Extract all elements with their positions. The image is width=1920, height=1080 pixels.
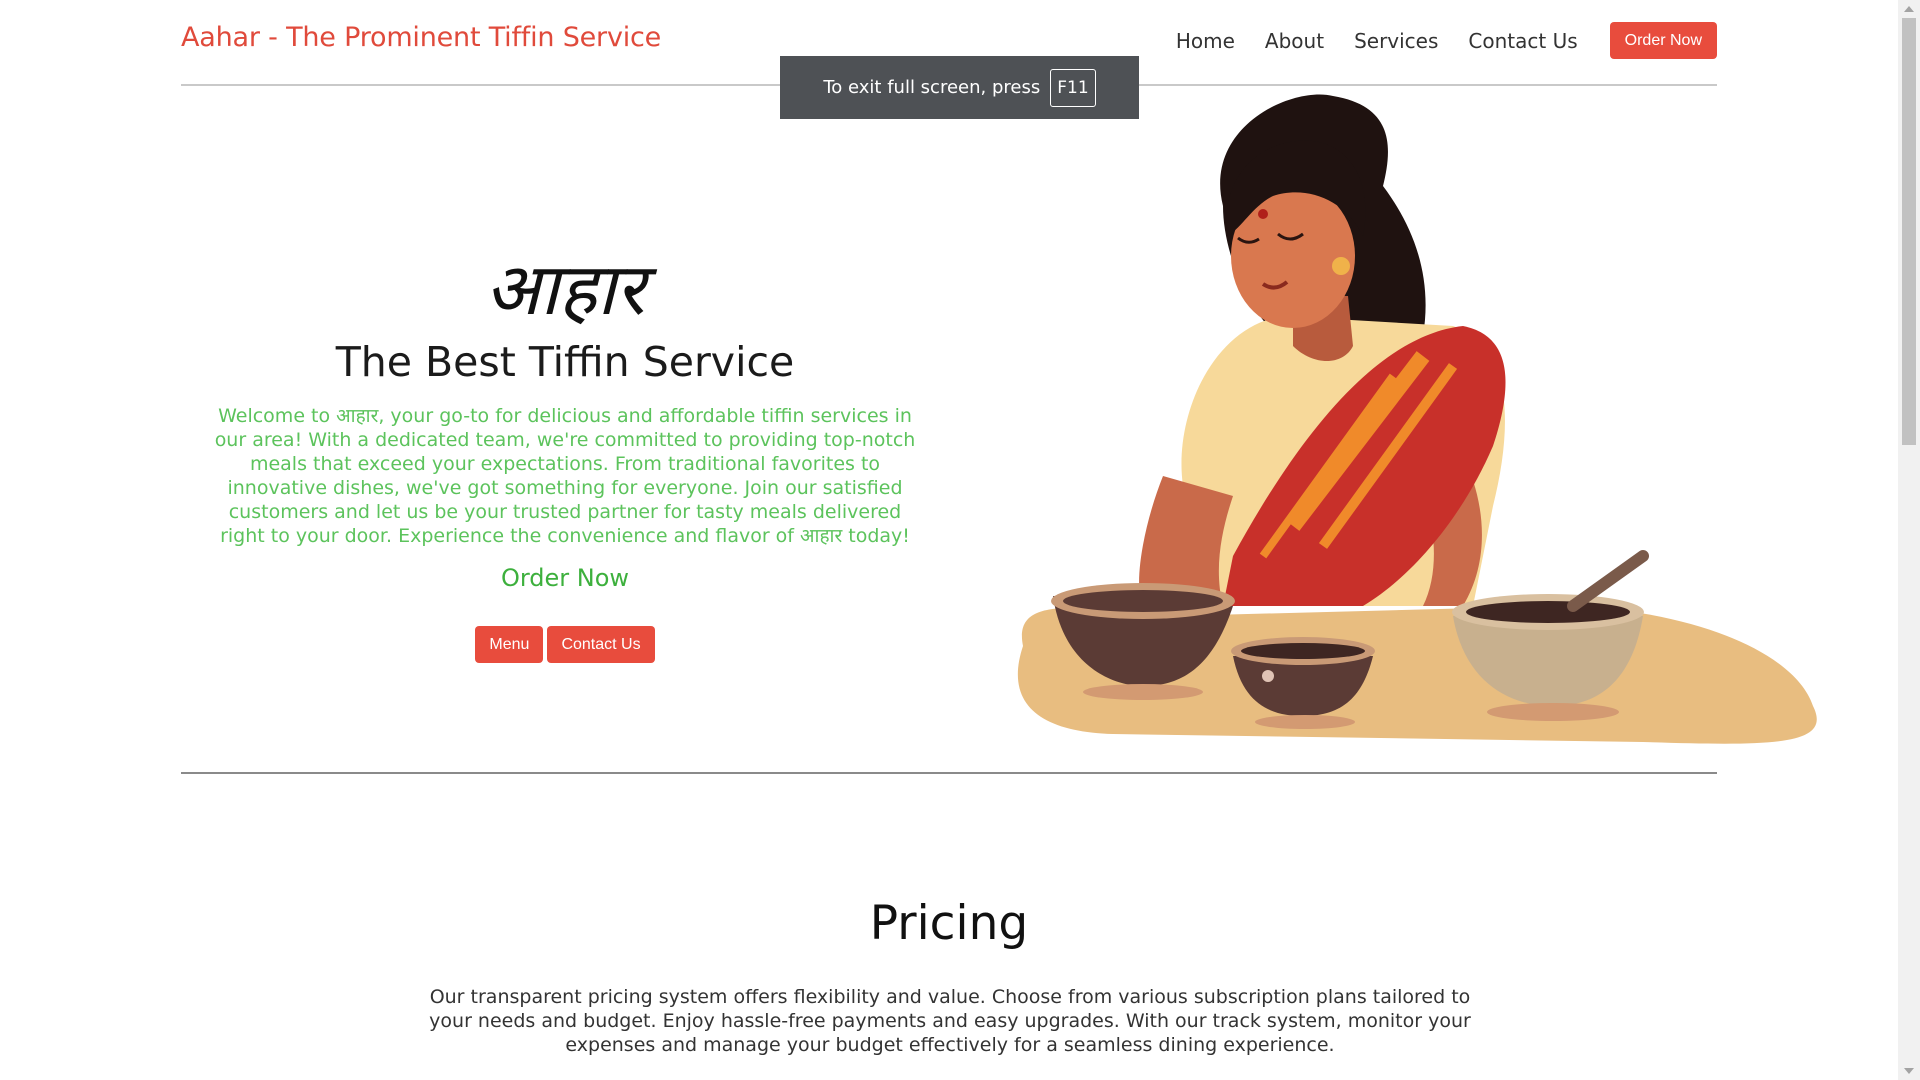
brand-title[interactable]: Aahar - The Prominent Tiffin Service bbox=[181, 22, 661, 53]
fullscreen-exit-text: To exit full screen, press bbox=[823, 77, 1041, 98]
pricing-title: Pricing bbox=[869, 896, 1029, 951]
hero-order-now-link[interactable]: Order Now bbox=[181, 564, 949, 592]
fullscreen-exit-toast: To exit full screen, press F11 bbox=[780, 56, 1139, 119]
f11-key-badge: F11 bbox=[1050, 68, 1096, 107]
woman-cooking-illustration bbox=[1017, 94, 1817, 744]
main-nav: Home About Services Contact Us Order Now bbox=[1146, 22, 1717, 59]
hero-title: The Best Tiffin Service bbox=[335, 338, 795, 386]
hero-description: Welcome to आहार, your go-to for deliciou… bbox=[214, 405, 916, 547]
nav-services[interactable]: Services bbox=[1354, 29, 1438, 53]
nav-about[interactable]: About bbox=[1265, 29, 1324, 53]
contact-us-button[interactable]: Contact Us bbox=[547, 626, 655, 663]
hero-buttons: Menu Contact Us bbox=[181, 626, 949, 663]
menu-button[interactable]: Menu bbox=[475, 626, 544, 663]
pricing-description: Our transparent pricing system offers fl… bbox=[429, 986, 1471, 1056]
hero-text-column: आहार The Best Tiffin Service Welcome to … bbox=[181, 86, 949, 772]
hero-logo-text: आहार bbox=[485, 247, 645, 331]
nav-contact-us[interactable]: Contact Us bbox=[1468, 29, 1577, 53]
page: Aahar - The Prominent Tiffin Service Hom… bbox=[0, 0, 1898, 1080]
nav-home[interactable]: Home bbox=[1176, 29, 1235, 53]
order-now-button[interactable]: Order Now bbox=[1609, 22, 1717, 59]
scrollbar-thumb[interactable] bbox=[1902, 18, 1916, 445]
scroll-up-arrow-icon[interactable] bbox=[1904, 6, 1914, 12]
vertical-scrollbar[interactable] bbox=[1898, 0, 1920, 1080]
hero-section: आहार The Best Tiffin Service Welcome to … bbox=[181, 86, 1817, 774]
scroll-down-arrow-icon[interactable] bbox=[1904, 1068, 1914, 1074]
